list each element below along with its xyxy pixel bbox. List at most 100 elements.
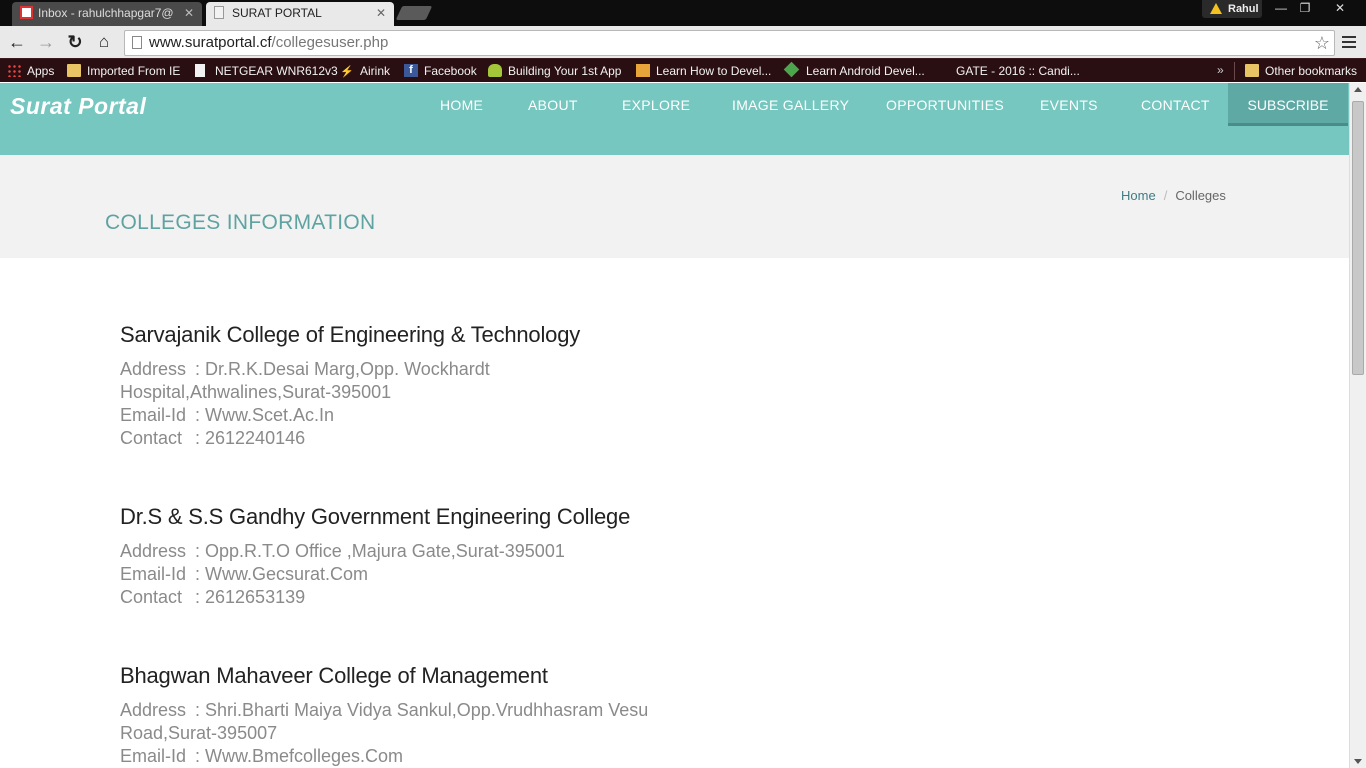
college-item: Sarvajanik College of Engineering & Tech… xyxy=(120,322,820,450)
bookmarks-overflow-button[interactable]: » xyxy=(1217,63,1224,77)
breadcrumb-current: Colleges xyxy=(1175,188,1226,203)
college-address: Address: Dr.R.K.Desai Marg,Opp. Wockhard… xyxy=(120,358,660,404)
bookmark-other-bookmarks[interactable]: Other bookmarks xyxy=(1245,63,1357,79)
college-name: Sarvajanik College of Engineering & Tech… xyxy=(120,322,581,347)
bookmark-imported-from-ie[interactable]: Imported From IE xyxy=(67,63,180,79)
college-address: Address: Opp.R.T.O Office ,Majura Gate,S… xyxy=(120,540,660,563)
address-bar[interactable]: www.suratportal.cf/collegesuser.php ☆ xyxy=(124,30,1335,56)
restore-button[interactable]: ❐ xyxy=(1294,0,1316,18)
page-icon xyxy=(214,6,224,19)
close-window-button[interactable]: ✕ xyxy=(1318,0,1362,18)
home-icon[interactable]: ⌂ xyxy=(93,31,115,53)
url-path: /collegesuser.php xyxy=(271,34,389,51)
bookmark-label: NETGEAR WNR612v3 xyxy=(215,64,338,78)
breadcrumb: Home / Colleges xyxy=(1121,188,1226,203)
page-title-band: Home / Colleges COLLEGES INFORMATION xyxy=(0,155,1349,258)
college-contact: Contact : 2612240146 xyxy=(120,427,660,450)
college-address: Address: Shri.Bharti Maiya Vidya Sankul,… xyxy=(120,699,660,745)
email-value: : Www.Gecsurat.Com xyxy=(195,564,369,584)
email-label: Email-Id xyxy=(120,746,187,766)
bookmark-netgear[interactable]: NETGEAR WNR612v3 xyxy=(195,63,338,79)
reload-icon[interactable]: ↻ xyxy=(64,31,86,53)
email-label: Email-Id xyxy=(120,405,187,425)
email-value: : Www.Bmefcolleges.Com xyxy=(195,746,404,766)
star-icon[interactable]: ☆ xyxy=(1314,31,1330,55)
subscribe-button[interactable]: SUBSCRIBE xyxy=(1228,83,1348,126)
address-value: : Shri.Bharti Maiya Vidya Sankul,Opp.Vru… xyxy=(120,700,649,743)
apps-icon xyxy=(7,64,21,77)
page-icon xyxy=(132,36,142,49)
forward-icon[interactable]: → xyxy=(35,31,57,53)
page-scrollbar[interactable] xyxy=(1349,83,1366,768)
college-contact: Contact : 2612653139 xyxy=(120,586,660,609)
close-icon[interactable]: ✕ xyxy=(376,2,386,24)
scrollbar-thumb[interactable] xyxy=(1352,101,1364,375)
breadcrumb-home[interactable]: Home xyxy=(1121,188,1156,203)
bookmark-label: Building Your 1st App xyxy=(508,64,622,78)
tab-inbox[interactable]: Inbox - rahulchhapgar7@ ✕ xyxy=(12,2,202,26)
contact-value: : 2612240146 xyxy=(195,428,306,448)
facebook-icon: f xyxy=(404,64,418,77)
bookmark-apps[interactable]: Apps xyxy=(7,63,54,79)
address-label: Address xyxy=(120,541,187,561)
bookmark-label: GATE - 2016 :: Candi... xyxy=(956,64,1080,78)
udemy-icon xyxy=(636,64,650,77)
minimize-button[interactable]: — xyxy=(1270,0,1292,18)
college-email: Email-Id : Www.Scet.Ac.In xyxy=(120,404,660,427)
bookmark-gate-2016[interactable]: GATE - 2016 :: Candi... xyxy=(936,63,1080,79)
browser-tab-strip: Inbox - rahulchhapgar7@ ✕ SURAT PORTAL ✕… xyxy=(0,0,1366,26)
nav-events[interactable]: EVENTS xyxy=(1040,97,1098,113)
airink-icon: ⚡ xyxy=(340,66,354,78)
bookmark-airink[interactable]: ⚡ Airink xyxy=(340,63,390,79)
scroll-down-arrow-icon[interactable] xyxy=(1354,759,1362,764)
nav-image-gallery[interactable]: IMAGE GALLERY xyxy=(732,97,849,113)
tab-surat-portal[interactable]: SURAT PORTAL ✕ xyxy=(206,2,394,26)
contact-label: Contact xyxy=(120,587,183,607)
bookmark-label: Learn How to Devel... xyxy=(656,64,772,78)
bookmark-learn-how-to-devel[interactable]: Learn How to Devel... xyxy=(636,63,771,79)
folder-icon xyxy=(67,64,81,77)
bookmark-facebook[interactable]: f Facebook xyxy=(404,63,477,79)
college-info: Address: Dr.R.K.Desai Marg,Opp. Wockhard… xyxy=(120,358,660,450)
nav-explore[interactable]: EXPLORE xyxy=(622,97,690,113)
nav-contact[interactable]: CONTACT xyxy=(1141,97,1210,113)
site-logo[interactable]: Surat Portal xyxy=(10,93,146,120)
college-info: Address: Shri.Bharti Maiya Vidya Sankul,… xyxy=(120,699,660,768)
page-icon xyxy=(195,64,205,77)
scroll-up-arrow-icon[interactable] xyxy=(1354,87,1362,92)
email-value: : Www.Scet.Ac.In xyxy=(195,405,335,425)
site-header: Surat Portal HOME ABOUT EXPLORE IMAGE GA… xyxy=(0,83,1349,155)
address-label: Address xyxy=(120,700,187,720)
nav-about[interactable]: ABOUT xyxy=(528,97,578,113)
email-label: Email-Id xyxy=(120,564,187,584)
bookmark-label: Learn Android Devel... xyxy=(806,64,925,78)
college-email: Email-Id : Www.Bmefcolleges.Com xyxy=(120,745,660,768)
college-name: Bhagwan Mahaveer College of Management xyxy=(120,663,548,688)
address-label: Address xyxy=(120,359,187,379)
android-icon xyxy=(488,64,502,77)
college-item: Dr.S & S.S Gandhy Government Engineering… xyxy=(120,504,820,609)
bookmark-learn-android-devel[interactable]: Learn Android Devel... xyxy=(783,61,925,79)
college-name: Dr.S & S.S Gandhy Government Engineering… xyxy=(120,504,631,529)
tab-surat-portal-title: SURAT PORTAL xyxy=(232,6,322,20)
bookmark-label: Imported From IE xyxy=(87,64,181,78)
new-tab-button[interactable] xyxy=(395,6,433,20)
folder-icon xyxy=(1245,64,1259,77)
contact-value: : 2612653139 xyxy=(195,587,306,607)
page-title: COLLEGES INFORMATION xyxy=(105,211,376,234)
nav-opportunities[interactable]: OPPORTUNITIES xyxy=(886,97,1004,113)
profile-name: Rahul xyxy=(1228,3,1259,15)
bookmarks-divider xyxy=(1234,62,1235,80)
contact-label: Contact xyxy=(120,428,183,448)
bookmarks-bar: Apps Imported From IE NETGEAR WNR612v3 ⚡… xyxy=(0,58,1366,82)
college-email: Email-Id : Www.Gecsurat.Com xyxy=(120,563,660,586)
android-devel-icon xyxy=(783,61,800,78)
nav-home[interactable]: HOME xyxy=(440,97,483,113)
tab-inbox-title: Inbox - rahulchhapgar7@ xyxy=(38,6,174,20)
close-icon[interactable]: ✕ xyxy=(184,2,194,24)
bookmark-building-first-app[interactable]: Building Your 1st App xyxy=(488,63,621,79)
profile-button[interactable]: Rahul xyxy=(1202,0,1262,18)
back-icon[interactable]: ← xyxy=(6,31,28,53)
bookmark-label: Other bookmarks xyxy=(1265,64,1358,78)
menu-icon[interactable] xyxy=(1342,36,1356,51)
